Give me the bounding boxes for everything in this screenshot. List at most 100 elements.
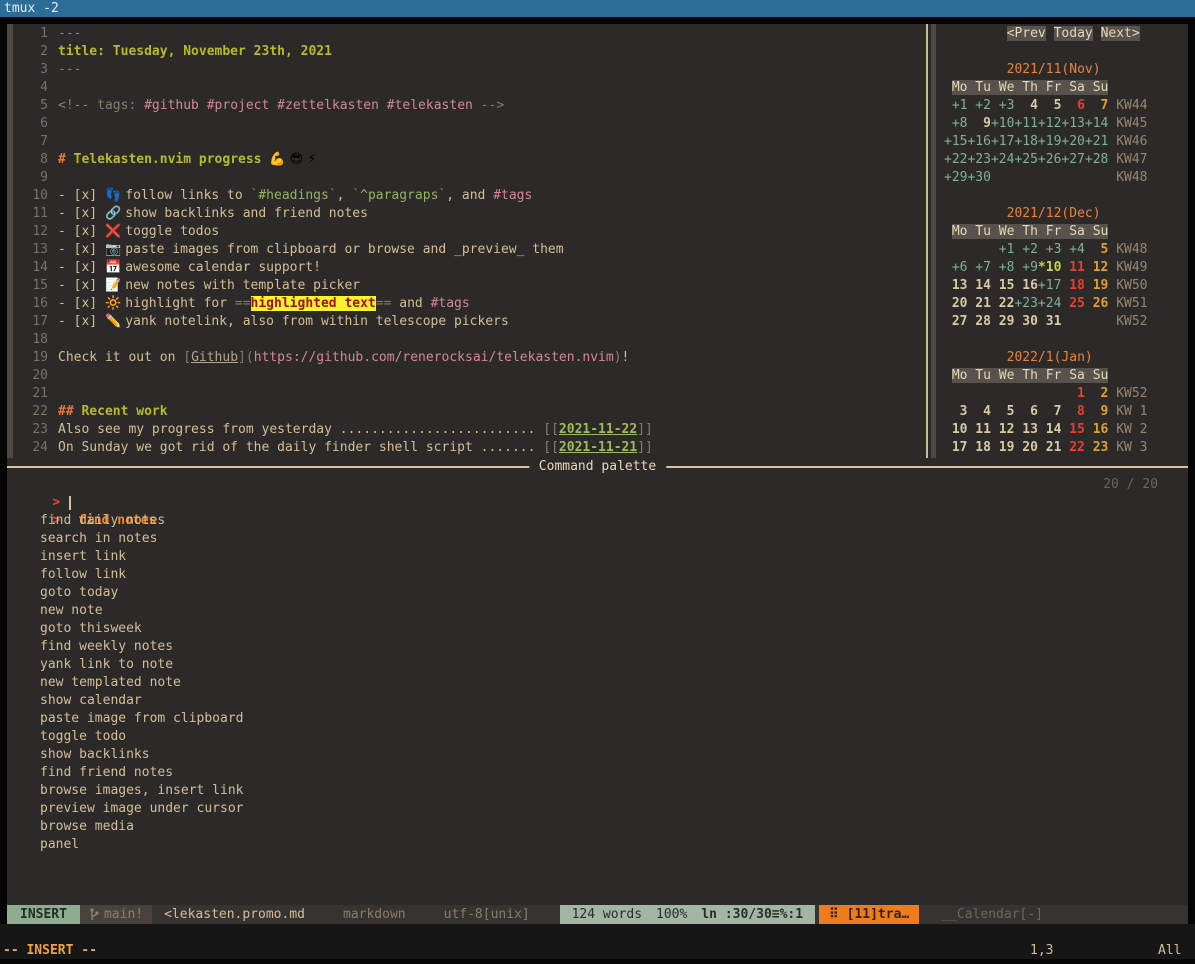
calendar-row[interactable]: Mo Tu We Th Fr Sa Su — [944, 367, 1148, 385]
palette-item[interactable]: browse images, insert link — [7, 782, 1188, 800]
palette-item[interactable]: follow link — [7, 566, 1188, 584]
calendar-row[interactable]: 3 4 5 6 7 8 9 KW 1 — [944, 403, 1148, 421]
text-segment: [[ — [543, 422, 559, 437]
editor-window[interactable]: 1---2title: Tuesday, November 23th, 2021… — [7, 24, 926, 458]
calendar-row[interactable]: 1 2 KW52 — [944, 385, 1148, 403]
editor-line[interactable]: 21 — [7, 385, 653, 403]
palette-item[interactable]: goto today — [7, 584, 1188, 602]
calendar-row[interactable] — [944, 43, 1148, 61]
word-count: 124 words — [572, 905, 642, 924]
line-number: 3 — [7, 61, 48, 79]
calendar-row[interactable]: 2021/11(Nov) — [944, 61, 1148, 79]
calendar-gutter-strip — [931, 24, 936, 458]
line-number: 12 — [7, 223, 48, 241]
palette-item[interactable]: toggle todo — [7, 728, 1188, 746]
palette-item[interactable]: paste image from clipboard — [7, 710, 1188, 728]
today-button[interactable]: Today — [1054, 26, 1093, 41]
editor-line[interactable]: 15- [x] 📝 new notes with template picker — [7, 277, 653, 295]
calendar-row[interactable]: +6 +7 +8 +9*10 11 12 KW49 — [944, 259, 1148, 277]
next-button[interactable]: Next> — [1101, 26, 1140, 41]
calendar-row[interactable]: Mo Tu We Th Fr Sa Su — [944, 79, 1148, 97]
calendar-row[interactable]: <Prev Today Next> — [944, 25, 1148, 43]
palette-item[interactable]: new note — [7, 602, 1188, 620]
editor-line[interactable]: 16- [x] 🔆 highlight for ==highlighted te… — [7, 295, 653, 313]
editor-line[interactable]: 12- [x] ❌ toggle todos — [7, 223, 653, 241]
calendar-row[interactable]: 10 11 12 13 14 15 16 KW 2 — [944, 421, 1148, 439]
palette-item[interactable]: show backlinks — [7, 746, 1188, 764]
editor-line[interactable]: 7 — [7, 133, 653, 151]
palette-item[interactable]: preview image under cursor — [7, 800, 1188, 818]
emoji-icon: 🔗 — [105, 206, 125, 221]
calendar-window-label[interactable]: __Calendar[-] — [941, 905, 1043, 924]
palette-item[interactable]: insert link — [7, 548, 1188, 566]
editor-line[interactable]: 14- [x] 📅 awesome calendar support! — [7, 259, 653, 277]
note-link[interactable]: 2021-11-22 — [559, 422, 637, 437]
line-number: 1 — [7, 25, 48, 43]
calendar-row[interactable]: +8 9+10+11+12+13+14 KW45 — [944, 115, 1148, 133]
text-segment: KW 3 — [1108, 440, 1147, 455]
editor-line[interactable]: 20 — [7, 367, 653, 385]
palette-item[interactable]: new templated note — [7, 674, 1188, 692]
editor-line[interactable]: 6 — [7, 115, 653, 133]
palette-item[interactable]: panel — [7, 836, 1188, 854]
buffer-chip[interactable]: ⠿ [11]tra… — [819, 905, 919, 924]
calendar-row[interactable]: 20 21 22+23+24 25 26 KW51 — [944, 295, 1148, 313]
text-segment: - [x] — [58, 314, 105, 329]
editor-line[interactable]: 19Check it out on [Github](https://githu… — [7, 349, 653, 367]
text-segment — [269, 98, 277, 113]
calendar-row[interactable]: Mo Tu We Th Fr Sa Su — [944, 223, 1148, 241]
palette-item[interactable]: find weekly notes — [7, 638, 1188, 656]
vim-cmdline[interactable]: :lua require('telekasten').panel() — [0, 924, 1195, 942]
editor-line[interactable]: 17- [x] ✏️ yank notelink, also from with… — [7, 313, 653, 331]
editor-line[interactable]: 18 — [7, 331, 653, 349]
palette-item[interactable]: browse media — [7, 818, 1188, 836]
prev-button[interactable]: <Prev — [1007, 26, 1046, 41]
calendar-row[interactable]: +22+23+24+25+26+27+28 KW47 — [944, 151, 1148, 169]
calendar-row[interactable]: 2022/1(Jan) — [944, 349, 1148, 367]
calendar-row[interactable]: +1 +2 +3 +4 5 KW48 — [944, 241, 1148, 259]
calendar-row[interactable]: 27 28 29 30 31 KW52 — [944, 313, 1148, 331]
editor-line[interactable]: 24On Sunday we got rid of the daily find… — [7, 439, 653, 457]
calendar-row[interactable]: 13 14 15 16+17 18 19 KW50 — [944, 277, 1148, 295]
calendar-row[interactable]: +1 +2 +3 4 5 6 7 KW44 — [944, 97, 1148, 115]
editor-line[interactable]: 22## Recent work — [7, 403, 653, 421]
editor-line[interactable]: 8# Telekasten.nvim progress 💪 😎 ⚡ — [7, 151, 653, 169]
editor-line[interactable]: 5<!-- tags: #github #project #zettelkast… — [7, 97, 653, 115]
palette-item[interactable]: goto thisweek — [7, 620, 1188, 638]
calendar-row[interactable]: +15+16+17+18+19+20+21 KW46 — [944, 133, 1148, 151]
editor-line[interactable]: 9 — [7, 169, 653, 187]
palette-item[interactable]: find daily notes — [7, 512, 1188, 530]
editor-line[interactable]: 2title: Tuesday, November 23th, 2021 — [7, 43, 653, 61]
editor-line[interactable]: 4 — [7, 79, 653, 97]
editor-line[interactable]: 23Also see my progress from yesterday ..… — [7, 421, 653, 439]
palette-item[interactable]: yank link to note — [7, 656, 1188, 674]
palette-item[interactable]: show calendar — [7, 692, 1188, 710]
text-segment: Mo Tu We Th Fr Sa Su — [952, 368, 1109, 383]
editor-line[interactable]: 13- [x] 📷 paste images from clipboard or… — [7, 241, 653, 259]
emoji-icon: ✏️ — [105, 314, 125, 329]
editor-line[interactable]: 11- [x] 🔗 show backlinks and friend note… — [7, 205, 653, 223]
encoding: utf-8[unix] — [444, 905, 530, 924]
text-segment: 19 — [1085, 278, 1108, 293]
editor-line[interactable]: 3--- — [7, 61, 653, 79]
calendar-row[interactable]: 2021/12(Dec) — [944, 205, 1148, 223]
text-segment — [944, 386, 1061, 401]
text-segment: +1 +2 +3 +4 — [991, 242, 1085, 257]
text-segment: #tags — [431, 296, 470, 311]
note-link[interactable]: 2021-11-21 — [559, 440, 637, 455]
palette-item-selected[interactable]: >find notes — [7, 494, 1188, 512]
text-segment: 3 4 5 6 7 — [944, 404, 1061, 419]
editor-line[interactable]: 1--- — [7, 25, 653, 43]
git-segment[interactable]: main! — [80, 905, 152, 924]
palette-title: Command palette — [529, 458, 666, 476]
calendar-row[interactable]: 17 18 19 20 21 22 23 KW 3 — [944, 439, 1148, 457]
calendar-window[interactable]: <Prev Today Next> 2021/11(Nov) Mo Tu We … — [928, 24, 1188, 458]
editor-line[interactable]: 10- [x] 👣 follow links to `#headings`, `… — [7, 187, 653, 205]
text-segment — [379, 98, 387, 113]
calendar-row[interactable]: +29+30 KW48 — [944, 169, 1148, 187]
palette-prompt-row[interactable]: > 20 / 20 — [7, 476, 1188, 494]
calendar-row[interactable] — [944, 331, 1148, 349]
palette-item[interactable]: find friend notes — [7, 764, 1188, 782]
calendar-row[interactable] — [944, 187, 1148, 205]
palette-item[interactable]: search in notes — [7, 530, 1188, 548]
